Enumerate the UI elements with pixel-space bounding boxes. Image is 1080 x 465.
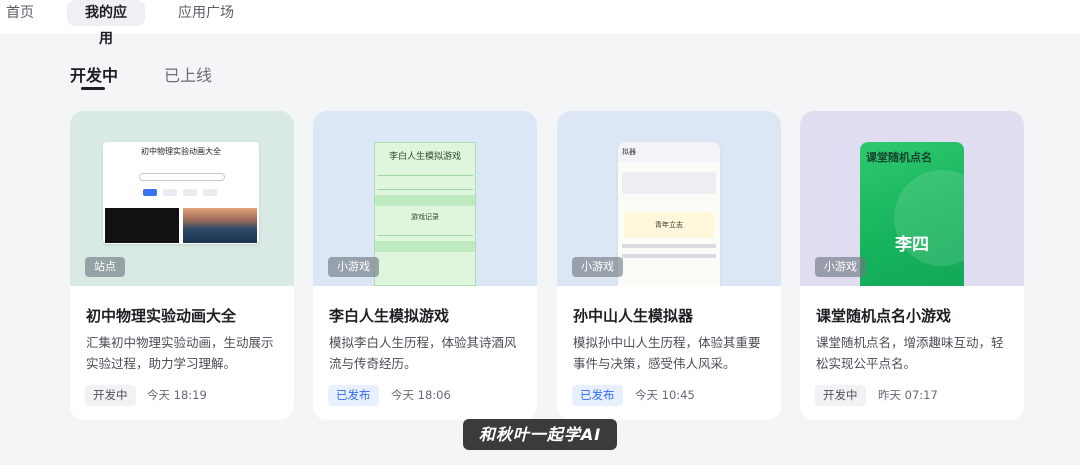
app-card-rollcall[interactable]: 课堂随机点名 李四 小游戏 课堂随机点名小游戏 课堂随机点名，增添趣味互动，轻松…: [800, 111, 1024, 420]
nav-my-apps[interactable]: 我的应用: [67, 0, 145, 47]
preview-row: [377, 181, 473, 190]
preview-search-bar: [139, 173, 225, 181]
preview-tab: [203, 189, 217, 196]
preview-title: 李白人生模拟游戏: [388, 152, 461, 162]
preview-tab: [183, 189, 197, 196]
updated-time: 今天 18:19: [147, 388, 207, 402]
preview-panel: [622, 172, 716, 194]
blackboard-image: [105, 208, 179, 243]
app-title: 课堂随机点名小游戏: [816, 307, 952, 325]
app-title: 李白人生模拟游戏: [329, 307, 450, 325]
type-badge: 小游戏: [815, 257, 866, 277]
preview-section: 游戏记录: [411, 213, 439, 221]
preview-bar: [375, 195, 475, 206]
preview-row: [377, 227, 473, 236]
updated-time: 今天 18:06: [391, 388, 451, 402]
game-preview: 拟器 青年立志: [618, 142, 720, 286]
active-tab-indicator: [81, 87, 105, 90]
nav-app-market[interactable]: 应用广场: [166, 0, 246, 26]
preview-header: 拟器: [618, 142, 720, 162]
type-badge: 小游戏: [572, 257, 623, 277]
preview-tab: [143, 189, 157, 196]
preview-stage: 青年立志: [624, 212, 714, 238]
app-thumbnail: 李白人生模拟游戏 游戏记录 小游戏: [313, 111, 537, 286]
nav-home[interactable]: 首页: [0, 0, 46, 26]
status-badge: 已发布: [328, 385, 379, 406]
picked-name: 李四: [895, 235, 929, 255]
status-badge: 开发中: [85, 385, 136, 406]
app-thumbnail: 拟器 青年立志 小游戏: [557, 111, 781, 286]
app-description: 课堂随机点名，增添趣味互动，轻松实现公平点名。: [816, 335, 1004, 371]
tab-launched[interactable]: 已上线: [164, 62, 212, 86]
preview-text-line: [622, 254, 716, 258]
app-thumbnail: 课堂随机点名 李四 小游戏: [800, 111, 1024, 286]
app-description: 汇集初中物理实验动画，生动展示实验过程，助力学习理解。: [86, 335, 274, 371]
updated-time: 昨天 07:17: [878, 388, 938, 402]
preview-title: 课堂随机点名: [866, 151, 932, 164]
tab-developing[interactable]: 开发中: [70, 62, 118, 86]
app-thumbnail: 初中物理实验动画大全 站点: [70, 111, 294, 286]
preview-tab: [163, 189, 177, 196]
preview-text-line: [622, 244, 716, 248]
game-preview: 课堂随机点名 李四: [860, 142, 964, 286]
type-badge: 站点: [85, 257, 125, 277]
updated-time: 今天 10:45: [635, 388, 695, 402]
top-nav: 首页 我的应用 应用广场: [0, 0, 1080, 47]
type-badge: 小游戏: [328, 257, 379, 277]
app-card-physics[interactable]: 初中物理实验动画大全 站点 初中物理实验动画大全 汇集初中物理实验动画，生动展示…: [70, 111, 294, 420]
app-card-sunyatsen[interactable]: 拟器 青年立志 小游戏 孙中山人生模拟器 模拟孙中山人生历程，体验其重要事件与决…: [557, 111, 781, 420]
app-card-libai[interactable]: 李白人生模拟游戏 游戏记录 小游戏 李白人生模拟游戏 模拟李白人生历程，体验其诗…: [313, 111, 537, 420]
wave-image: [183, 208, 257, 243]
app-description: 模拟李白人生历程，体验其诗酒风流与传奇经历。: [329, 335, 517, 371]
app-description: 模拟孙中山人生历程，体验其重要事件与决策，感受伟人风采。: [573, 335, 761, 371]
app-title: 初中物理实验动画大全: [86, 307, 237, 325]
site-preview: 初中物理实验动画大全: [103, 142, 259, 244]
app-title: 孙中山人生模拟器: [573, 307, 694, 325]
preview-bar: [375, 241, 475, 252]
preview-title: 初中物理实验动画大全: [141, 147, 221, 156]
watermark-caption: 和秋叶一起学AI: [463, 419, 617, 450]
game-preview: 李白人生模拟游戏 游戏记录: [374, 142, 476, 286]
status-badge: 开发中: [815, 385, 866, 406]
preview-row: [377, 167, 473, 176]
status-badge: 已发布: [572, 385, 623, 406]
